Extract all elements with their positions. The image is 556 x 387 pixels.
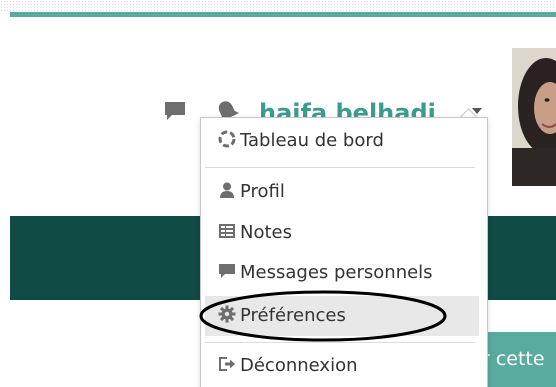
user-dropdown-menu	[200, 117, 488, 387]
page: haifa belhadj r cette Tableau de bord Pr…	[0, 0, 556, 387]
menu-item-logout[interactable]: Déconnexion	[218, 351, 358, 381]
menu-item-label: Tableau de bord	[240, 130, 384, 151]
dashboard-icon	[218, 130, 236, 148]
menu-item-dashboard[interactable]: Tableau de bord	[218, 126, 384, 156]
avatar[interactable]	[512, 48, 556, 186]
grades-grid-icon	[219, 224, 235, 238]
menu-divider	[205, 167, 475, 168]
annotation-ellipse	[199, 290, 447, 342]
menu-item-messages[interactable]: Messages personnels	[218, 258, 433, 288]
header-accent-rule	[10, 12, 556, 17]
partial-action-button[interactable]: r cette	[478, 332, 556, 387]
menu-item-profile[interactable]: Profil	[218, 177, 285, 207]
menu-item-label: Notes	[240, 222, 292, 243]
menu-item-label: Profil	[240, 181, 285, 202]
user-icon	[220, 182, 234, 198]
header-pattern	[0, 0, 556, 12]
messages-icon[interactable]	[164, 101, 186, 121]
menu-item-notes[interactable]: Notes	[218, 218, 292, 248]
menu-item-label: Déconnexion	[240, 355, 358, 376]
menu-item-label: Messages personnels	[240, 262, 433, 283]
sign-out-icon	[219, 357, 235, 371]
chat-bubble-icon	[219, 264, 235, 278]
